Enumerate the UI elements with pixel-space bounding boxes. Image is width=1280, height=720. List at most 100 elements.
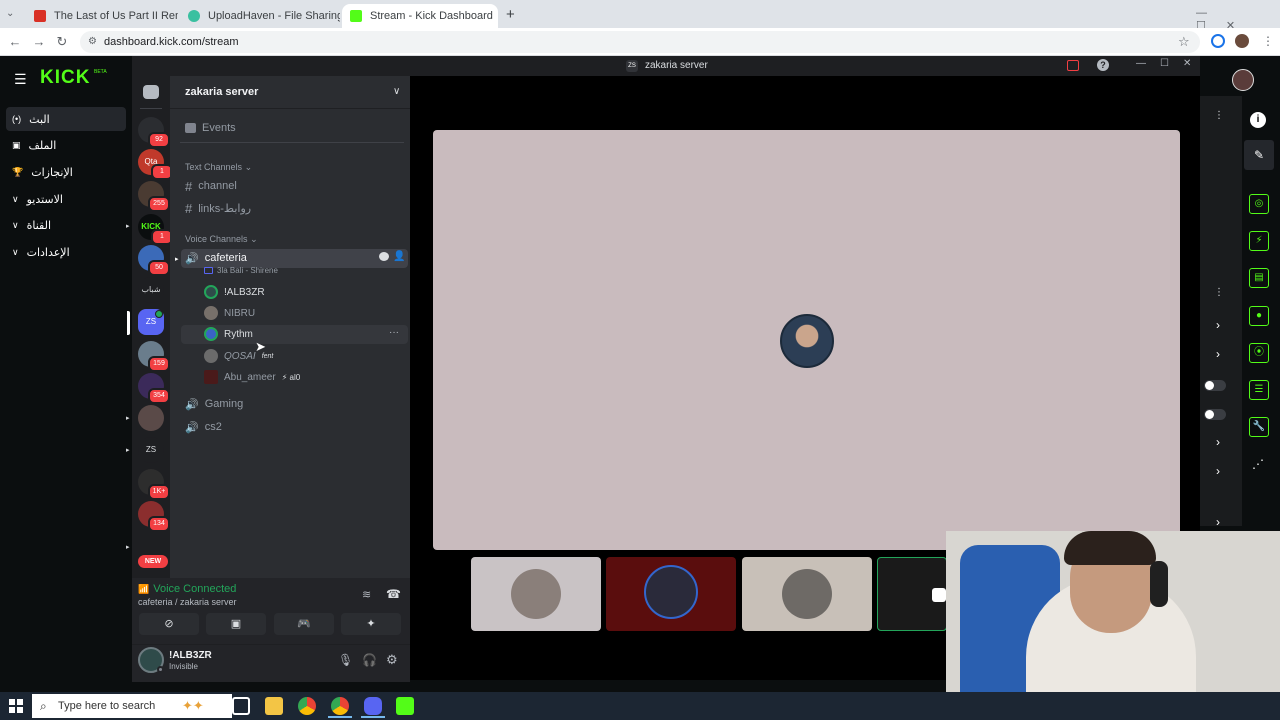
participant-thumbnail[interactable]	[471, 557, 601, 631]
panel-menu-icon[interactable]: ⋮	[1214, 110, 1224, 121]
chevron-right-icon[interactable]: ›	[1216, 435, 1220, 449]
bookmark-star-icon[interactable]: ☆	[1178, 34, 1190, 50]
nodes-icon[interactable]: ⋰	[1252, 457, 1264, 471]
kick-nav-profile[interactable]: ▣ الملف	[6, 133, 126, 157]
screen-share-icon[interactable]	[1067, 60, 1079, 71]
invite-user-icon[interactable]: 👤	[393, 251, 405, 262]
chevron-right-icon[interactable]: ›	[1216, 318, 1220, 332]
kick-nav-achievements[interactable]: 🏆 الإنجازات	[6, 160, 126, 184]
reload-icon[interactable]: ↻	[53, 33, 71, 51]
server-icon[interactable]: ZS	[138, 437, 164, 463]
browser-tab-tlou[interactable]: The Last of Us Part II Remastere ✕	[26, 4, 178, 28]
server-icon[interactable]: شباب	[138, 277, 164, 303]
chrome-taskbar-icon-active[interactable]	[331, 697, 349, 715]
voice-connected-status[interactable]: 📶 Voice Connected	[138, 583, 236, 595]
headphones-icon[interactable]: 🎧	[362, 653, 377, 667]
task-view-icon[interactable]	[232, 697, 250, 715]
new-badge[interactable]: NEW	[138, 555, 168, 568]
voice-channel-cafeteria[interactable]: 🔊 cafeteria	[185, 249, 247, 267]
microphone-icon[interactable]: 🎙	[338, 653, 353, 667]
voice-member[interactable]: Abu_ameer ⚡ al0	[204, 368, 300, 386]
windows-start-icon[interactable]	[9, 699, 23, 713]
screen-share-button[interactable]: ▣	[206, 613, 266, 635]
activities-button[interactable]: 🎮	[274, 613, 334, 635]
participant-avatar	[780, 314, 834, 368]
text-channel-channel[interactable]: # channel	[185, 177, 237, 195]
participant-thumbnail[interactable]	[742, 557, 872, 631]
new-tab-button[interactable]: +	[506, 6, 515, 23]
kick-nav-settings[interactable]: ∨ الإعدادات	[6, 240, 126, 264]
layout-icon[interactable]: ☰	[1249, 380, 1269, 400]
chat-icon[interactable]: ●	[1249, 306, 1269, 326]
selected-server-indicator	[127, 311, 130, 335]
site-info-icon[interactable]: ⚙	[88, 31, 97, 53]
voice-location[interactable]: cafeteria / zakaria server	[138, 597, 237, 607]
edit-pencil-icon[interactable]: ✎	[1244, 140, 1274, 170]
kick-nav-channel[interactable]: ∨ القناة	[6, 213, 126, 237]
kick-nav-stream[interactable]: (•) البث	[6, 107, 126, 131]
voice-channels-category[interactable]: Voice Channels ⌄	[185, 234, 258, 245]
disconnect-icon[interactable]: ☎	[386, 587, 401, 601]
kick-user-avatar[interactable]	[1232, 69, 1254, 91]
voice-channel-cs2[interactable]: 🔊 cs2	[185, 418, 222, 436]
kick-nav-studio[interactable]: ∨ الاستديو	[6, 187, 126, 211]
panel-menu-icon[interactable]: ⋮	[1214, 287, 1224, 298]
download-icon[interactable]	[1211, 34, 1225, 48]
tab-close-icon[interactable]: ✕	[493, 10, 498, 23]
more-options-icon[interactable]: ···	[389, 327, 399, 338]
broadcast-icon[interactable]: ⦿	[1249, 343, 1269, 363]
focus-icon[interactable]: ◎	[1249, 194, 1269, 214]
address-bar[interactable]: ⚙ dashboard.kick.com/stream	[80, 31, 1200, 53]
noise-suppression-icon[interactable]: ≋	[362, 588, 371, 601]
chevron-right-icon[interactable]: ›	[1216, 347, 1220, 361]
browser-tab-kick-dashboard[interactable]: Stream - Kick Dashboard ✕	[342, 4, 498, 28]
hamburger-menu-icon[interactable]: ☰	[14, 71, 27, 88]
voice-member[interactable]: Rythm	[204, 325, 253, 343]
chevron-down-icon: ⌄	[250, 234, 258, 244]
tab-search-chevron-icon[interactable]: ⌄	[6, 8, 14, 19]
server-name-header[interactable]: zakaria server	[185, 86, 258, 98]
events-row[interactable]: Events	[185, 119, 236, 137]
help-icon[interactable]: ?	[1097, 59, 1109, 71]
forward-arrow-icon[interactable]: →	[30, 33, 48, 51]
webcam-overlay	[946, 531, 1280, 692]
back-arrow-icon[interactable]: ←	[6, 33, 24, 51]
unread-pip-icon: ▸	[175, 256, 179, 263]
lightning-icon[interactable]: ⚡	[1249, 231, 1269, 251]
participant-thumbnail[interactable]	[606, 557, 736, 631]
discord-window-controls[interactable]: —☐✕	[1136, 58, 1205, 69]
chevron-right-icon[interactable]: ›	[1216, 515, 1220, 529]
voice-member[interactable]: QOSAI fent	[204, 347, 273, 365]
chrome-menu-icon[interactable]: ⋮	[1262, 34, 1274, 48]
voice-member[interactable]: !ALB3ZR	[204, 283, 265, 301]
user-settings-gear-icon[interactable]: ⚙	[386, 652, 398, 668]
toggle-switch[interactable]	[1204, 380, 1226, 391]
toggle-switch[interactable]	[1204, 409, 1226, 420]
discord-taskbar-icon[interactable]	[364, 697, 382, 715]
taskbar-search-box[interactable]: ⌕ Type here to search ✦✦	[32, 694, 232, 718]
discord-home-icon[interactable]	[143, 85, 159, 99]
voice-channel-gaming[interactable]: 🔊 Gaming	[185, 395, 243, 413]
member-avatar	[204, 285, 218, 299]
chevron-right-icon[interactable]: ›	[1216, 464, 1220, 478]
voice-member[interactable]: NIBRU	[204, 304, 255, 322]
text-channel-links[interactable]: # links-روابط	[185, 199, 251, 217]
wrench-icon[interactable]: 🔧	[1249, 417, 1269, 437]
browser-tab-uploadhaven[interactable]: UploadHaven - File Sharing Ma ✕	[180, 4, 340, 28]
chrome-taskbar-icon[interactable]	[298, 697, 316, 715]
camera-off-button[interactable]: ⊘	[139, 613, 199, 635]
kick-logo[interactable]: KICK	[40, 67, 90, 89]
chevron-down-icon[interactable]: ∨	[393, 86, 400, 97]
text-channels-category[interactable]: Text Channels ⌄	[185, 162, 252, 173]
chat-bubble-icon[interactable]	[379, 252, 389, 261]
channel-label: cafeteria	[204, 252, 247, 264]
soundboard-button[interactable]: ✦	[341, 613, 401, 635]
server-icon[interactable]	[138, 405, 164, 431]
info-icon[interactable]: i	[1250, 112, 1266, 128]
document-icon[interactable]: ▤	[1249, 268, 1269, 288]
kick-taskbar-icon[interactable]	[396, 697, 414, 715]
profile-avatar[interactable]	[1235, 34, 1249, 48]
user-name[interactable]: !ALB3ZR	[169, 650, 212, 661]
file-explorer-icon[interactable]	[265, 697, 283, 715]
participant-thumbnail[interactable]	[877, 557, 947, 631]
